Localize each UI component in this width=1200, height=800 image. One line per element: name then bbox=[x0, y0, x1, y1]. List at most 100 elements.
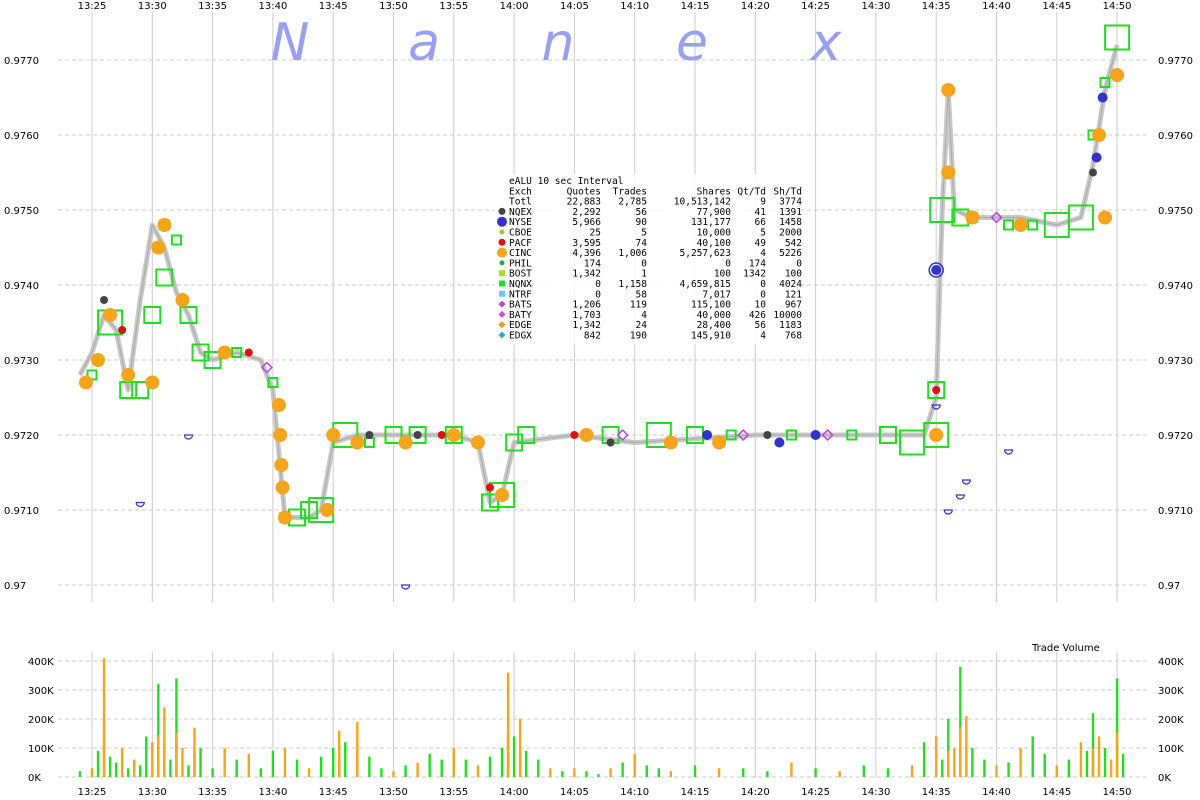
volume-bar-segment bbox=[959, 727, 962, 777]
x-tick-label-bottom: 13:30 bbox=[138, 787, 167, 798]
pacf-marker bbox=[437, 431, 446, 439]
watermark-letter: e bbox=[676, 13, 708, 73]
cinc-marker bbox=[663, 435, 678, 450]
x-tick-label-top: 13:55 bbox=[439, 1, 468, 12]
volume-bar bbox=[766, 771, 769, 777]
volume-bar bbox=[862, 765, 866, 777]
legend-cell: 190 bbox=[630, 331, 647, 342]
volume-bar bbox=[597, 774, 600, 777]
volume-bar bbox=[524, 750, 528, 777]
cinc-marker bbox=[78, 375, 93, 390]
legend-cell: 768 bbox=[785, 331, 802, 342]
volume-bar bbox=[995, 765, 998, 777]
y-tick-label-right: 0.9740 bbox=[1158, 281, 1193, 292]
x-tick-label-top: 14:50 bbox=[1103, 1, 1132, 12]
y-tick-label-left: 0.9770 bbox=[4, 56, 39, 67]
legend-cell: 842 bbox=[584, 331, 601, 342]
x-tick-label-bottom: 13:35 bbox=[198, 787, 227, 798]
nyse-marker bbox=[810, 430, 821, 440]
y-tick-label-left: 0.9740 bbox=[4, 281, 39, 292]
volume-bar bbox=[476, 765, 480, 777]
volume-bar bbox=[90, 768, 94, 777]
volume-bar bbox=[1121, 753, 1125, 777]
y-tick-label-left: 0.97 bbox=[4, 581, 26, 592]
x-tick-label-bottom: 14:35 bbox=[922, 787, 951, 798]
x-tick-label-bottom: 14:10 bbox=[620, 787, 649, 798]
volume-bar bbox=[259, 768, 263, 777]
trade-box bbox=[363, 437, 375, 448]
x-tick-label-top: 13:35 bbox=[198, 1, 227, 12]
x-tick-label-top: 13:40 bbox=[258, 1, 287, 12]
volume-bar bbox=[717, 768, 721, 777]
cinc-marker bbox=[470, 435, 485, 450]
volume-bar-segment bbox=[102, 723, 106, 777]
volume-bar bbox=[392, 771, 395, 777]
volume-bar bbox=[108, 756, 112, 777]
pacf-marker bbox=[485, 483, 494, 492]
volume-bar bbox=[1103, 748, 1107, 777]
x-tick-label-top: 13:30 bbox=[138, 1, 167, 12]
volume-bar bbox=[983, 759, 986, 777]
volume-bar-segment bbox=[356, 752, 359, 777]
volume-bar bbox=[114, 762, 118, 777]
y-tick-label-left: 0.9750 bbox=[4, 206, 39, 217]
cinc-marker bbox=[965, 210, 980, 225]
volume-bar bbox=[416, 762, 419, 777]
legend-marker bbox=[499, 270, 505, 277]
y-tick-label-left: 0.9760 bbox=[4, 131, 39, 142]
volume-bar bbox=[319, 756, 323, 777]
volume-bar-segment bbox=[157, 735, 160, 777]
quote-mark bbox=[961, 479, 971, 485]
y-tick-label-right: 0.9750 bbox=[1158, 206, 1193, 217]
volume-bar bbox=[368, 756, 371, 777]
volume-bar bbox=[223, 748, 226, 777]
volume-bar bbox=[295, 759, 299, 777]
volume-bar bbox=[488, 756, 492, 777]
legend-marker bbox=[499, 229, 505, 235]
volume-bar bbox=[199, 748, 202, 777]
legend-marker bbox=[497, 247, 507, 258]
legend-marker bbox=[498, 238, 506, 246]
volume-bar bbox=[133, 759, 136, 777]
volume-bar bbox=[500, 748, 504, 777]
cinc-marker bbox=[941, 165, 956, 180]
vol-tick-label-right: 400K bbox=[1158, 657, 1184, 668]
volume-bar bbox=[440, 759, 443, 777]
volume-bar bbox=[1109, 759, 1113, 777]
x-tick-label-top: 13:50 bbox=[379, 1, 408, 12]
y-tick-label-left: 0.9730 bbox=[4, 356, 39, 367]
volume-bar bbox=[126, 768, 130, 777]
vol-tick-label-left: 300K bbox=[28, 686, 54, 697]
volume-bar bbox=[790, 762, 793, 777]
volume-bar bbox=[332, 748, 335, 777]
volume-bar bbox=[380, 768, 383, 777]
vol-tick-label-right: 300K bbox=[1158, 686, 1184, 697]
nyse-marker bbox=[774, 437, 785, 448]
volume-bar bbox=[1043, 753, 1046, 777]
cinc-marker bbox=[398, 435, 413, 450]
vol-tick-label-left: 100K bbox=[28, 744, 54, 755]
cinc-marker bbox=[941, 83, 956, 97]
volume-bar bbox=[169, 759, 172, 777]
quote-mark bbox=[943, 509, 953, 515]
volume-bar bbox=[1031, 736, 1034, 777]
cinc-marker bbox=[157, 218, 172, 232]
cinc-marker bbox=[273, 428, 288, 442]
volume-bar bbox=[428, 753, 431, 777]
x-tick-label-bottom: 14:25 bbox=[801, 787, 830, 798]
legend-marker bbox=[497, 216, 507, 227]
nqex-marker bbox=[413, 431, 422, 439]
watermark-letter: a bbox=[408, 13, 440, 73]
y-tick-label-right: 0.97 bbox=[1158, 581, 1180, 592]
nanex-trade-chart: Na n e x eALU 10 sec IntervalExch Quotes Trad… bbox=[4, 1, 1193, 798]
cinc-marker bbox=[1110, 68, 1125, 82]
cinc-marker bbox=[275, 480, 290, 495]
nyse-marker bbox=[702, 430, 713, 440]
nyse-marker bbox=[1097, 92, 1108, 103]
y-tick-label-left: 0.9710 bbox=[4, 506, 39, 517]
volume-bar bbox=[838, 771, 841, 777]
x-tick-label-top: 14:10 bbox=[620, 1, 649, 12]
volume-bar bbox=[247, 753, 250, 777]
nqex-marker bbox=[100, 296, 109, 304]
volume-bar bbox=[1085, 750, 1089, 777]
